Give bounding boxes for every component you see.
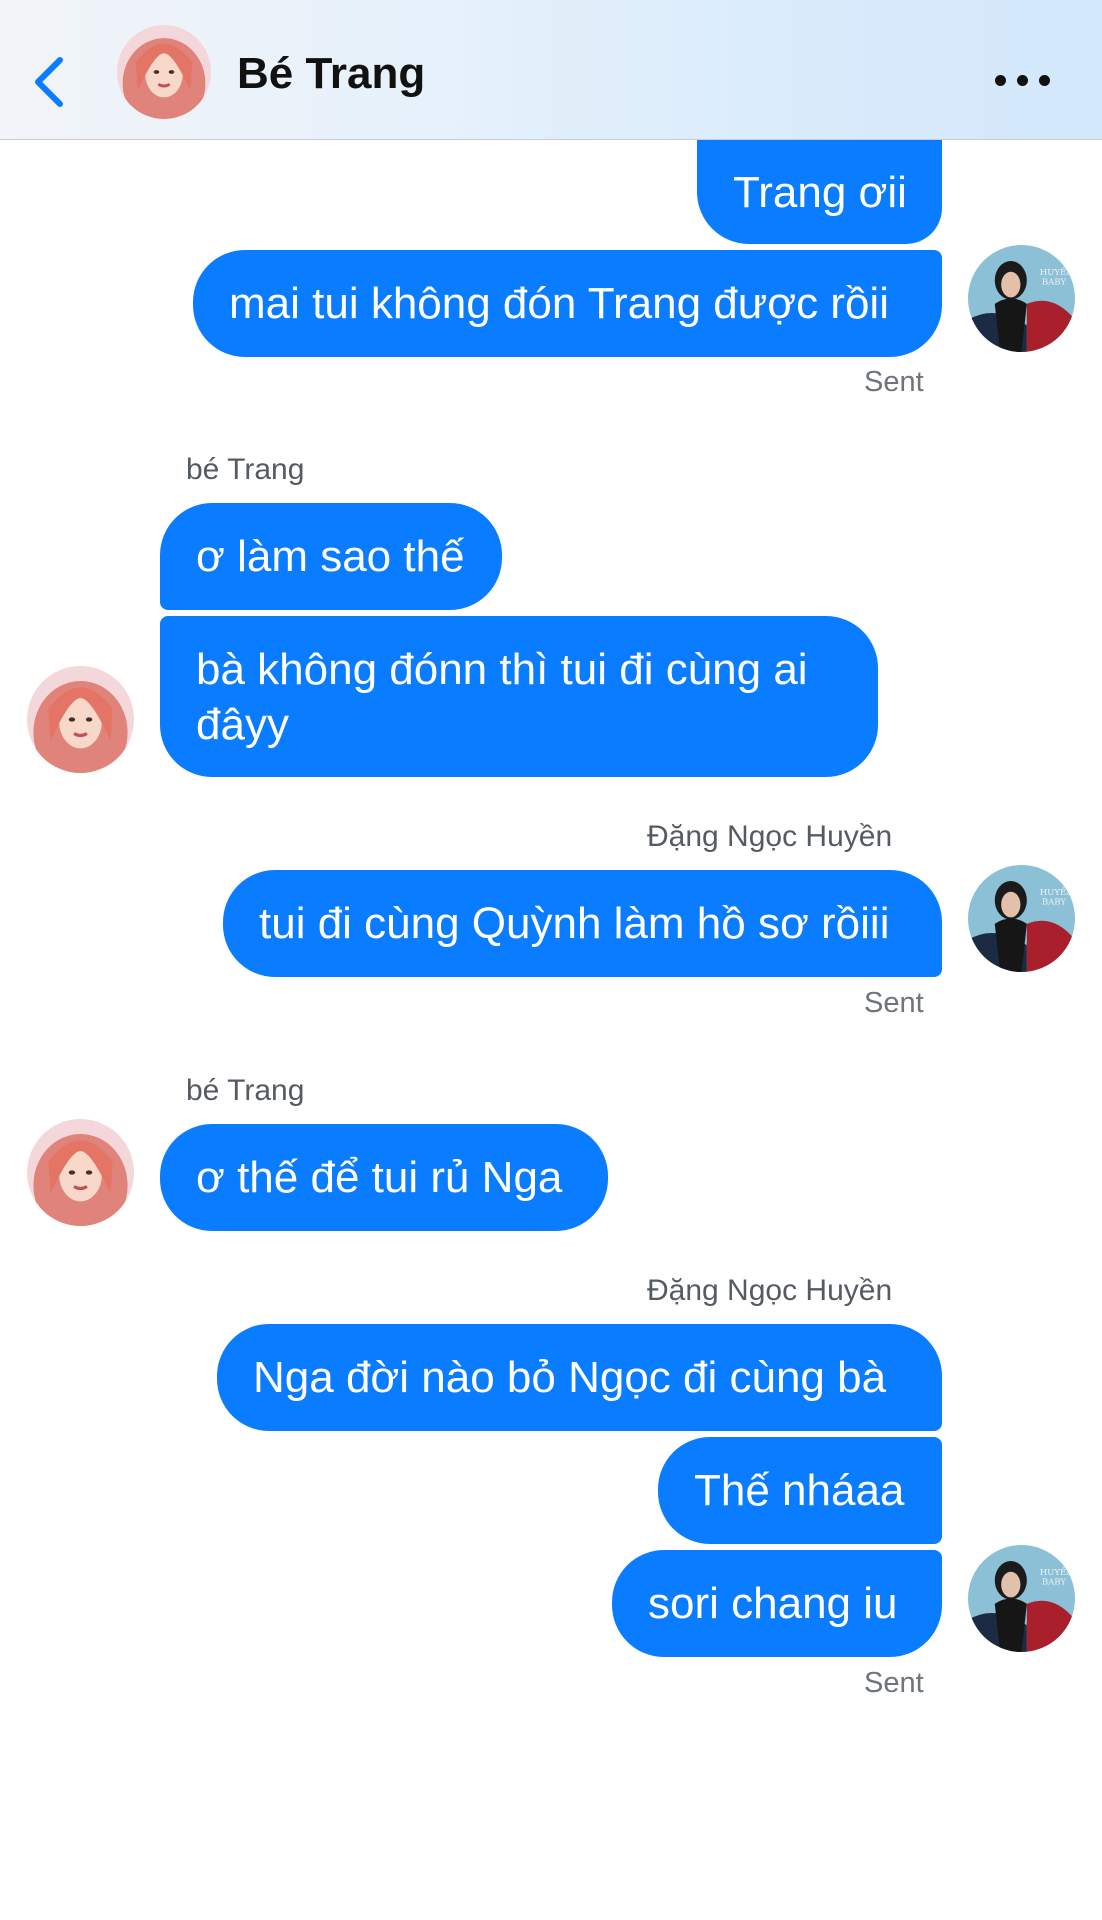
user-avatar: HUYỀN BABY xyxy=(968,1545,1075,1652)
contact-avatar xyxy=(27,666,134,773)
sender-name: Đặng Ngọc Huyền xyxy=(647,820,893,853)
back-button[interactable] xyxy=(30,52,70,112)
message-bubble-outgoing[interactable]: mai tui không đón Trang được rồii xyxy=(193,250,942,357)
user-avatar: HUYỀN BABY xyxy=(968,245,1075,352)
message-bubble-outgoing[interactable]: sori chang iu xyxy=(612,1550,942,1657)
contact-name[interactable]: Bé Trang xyxy=(237,49,425,99)
message-bubble-outgoing[interactable]: Thế nháaa xyxy=(658,1437,942,1544)
sender-name: Đặng Ngọc Huyền xyxy=(647,1274,893,1307)
chevron-left-icon xyxy=(35,57,63,107)
message-status: Sent xyxy=(864,987,924,1019)
svg-text:BABY: BABY xyxy=(1042,1578,1067,1588)
message-status: Sent xyxy=(864,1667,924,1699)
message-bubble-outgoing[interactable]: Nga đời nào bỏ Ngọc đi cùng bà xyxy=(217,1324,942,1431)
svg-text:BABY: BABY xyxy=(1042,278,1067,288)
more-options-button[interactable] xyxy=(995,66,1050,92)
more-dots-icon xyxy=(995,75,1006,86)
message-bubble-incoming[interactable]: bà không đónn thì tui đi cùng ai đâyy xyxy=(160,616,878,777)
message-bubble-incoming[interactable]: ơ làm sao thế xyxy=(160,503,502,610)
message-status: Sent xyxy=(864,366,924,398)
message-bubble-outgoing[interactable]: Trang ơii xyxy=(697,140,942,244)
contact-avatar[interactable] xyxy=(117,25,211,119)
message-bubble-incoming[interactable]: ơ thế để tui rủ Nga xyxy=(160,1124,608,1231)
chat-header: Bé Trang xyxy=(0,0,1102,140)
sender-name: bé Trang xyxy=(186,453,305,486)
contact-avatar xyxy=(27,1119,134,1226)
message-bubble-outgoing[interactable]: tui đi cùng Quỳnh làm hồ sơ rồiii xyxy=(223,870,942,977)
sender-name: bé Trang xyxy=(186,1074,305,1107)
svg-text:BABY: BABY xyxy=(1042,898,1067,908)
user-avatar: HUYỀN BABY xyxy=(968,865,1075,972)
